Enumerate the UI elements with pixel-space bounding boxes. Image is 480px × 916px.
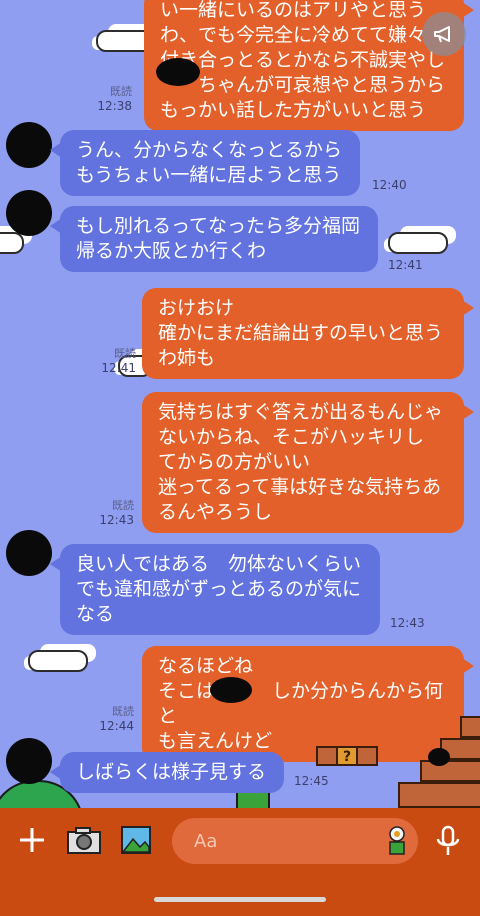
avatar[interactable] [6, 738, 52, 784]
chat-area[interactable]: い一緒にいるのはアリやと思う わ、でも今完全に冷めてて嫌々 付き合っとるとかなら… [0, 0, 480, 808]
timestamp: 12:43 [99, 513, 134, 527]
message-bubble-outgoing[interactable]: なるほどね そこは しか分からんから何と も言えんけど [142, 646, 474, 762]
sticker-button[interactable] [382, 824, 412, 858]
question-block: ? [336, 746, 358, 766]
home-indicator [154, 897, 326, 902]
image-button[interactable] [118, 822, 154, 858]
message-bubble-incoming[interactable]: しばらくは様子見する [50, 752, 284, 793]
redaction-mark [156, 58, 200, 86]
message-meta: 既読 12:44 [94, 704, 134, 734]
add-button[interactable] [14, 822, 50, 858]
cloud-decoration [388, 232, 448, 254]
message-bubble-incoming[interactable]: 良い人ではある 勿体ないくらい でも違和感がずっとあるのが気に なる [50, 544, 380, 635]
timestamp: 12:40 [372, 178, 407, 192]
read-receipt: 既読 [114, 347, 136, 360]
message-bubble-incoming[interactable]: もし別れるってなったら多分福岡 帰るか大阪とか行くわ [50, 206, 378, 272]
announcement-button[interactable] [422, 12, 466, 56]
image-icon [121, 826, 151, 854]
microphone-icon [436, 825, 460, 855]
read-receipt: 既読 [112, 705, 134, 718]
message-bubble-incoming[interactable]: うん、分からなくなっとるから もうちょい一緒に居ようと思う [50, 130, 360, 196]
microphone-button[interactable] [430, 822, 466, 860]
timestamp: 12:41 [101, 361, 136, 375]
message-meta: 既読 12:43 [94, 498, 134, 528]
sticker-icon [389, 826, 405, 855]
message-text-field[interactable] [192, 829, 376, 853]
read-receipt: 既読 [112, 499, 134, 512]
stair-block [460, 716, 480, 738]
timestamp: 12:41 [388, 258, 423, 272]
message-meta: 既読 12:38 [92, 84, 132, 114]
avatar[interactable] [6, 530, 52, 576]
timestamp: 12:45 [294, 774, 329, 788]
avatar[interactable] [6, 122, 52, 168]
timestamp: 12:43 [390, 616, 425, 630]
read-receipt: 既読 [110, 85, 132, 98]
message-meta: 既読 12:41 [96, 346, 136, 376]
cloud-decoration [28, 650, 88, 672]
megaphone-icon [434, 26, 450, 43]
brick-block [316, 746, 338, 766]
avatar[interactable] [6, 190, 52, 236]
cloud-decoration [0, 232, 24, 254]
message-bubble-outgoing[interactable]: おけおけ 確かにまだ結論出すの早いと思う わ姉も [142, 288, 474, 379]
stair-block [420, 760, 480, 782]
bullet-enemy-decoration [428, 748, 450, 766]
timestamp: 12:44 [99, 719, 134, 733]
brick-block [356, 746, 378, 766]
redaction-mark [210, 677, 252, 703]
message-bubble-outgoing[interactable]: 気持ちはすぐ答えが出るもんじゃ ないからね、そこがハッキリし てからの方がいい … [142, 392, 474, 533]
camera-button[interactable] [64, 822, 104, 858]
stair-block [398, 782, 480, 808]
plus-icon [20, 828, 44, 852]
camera-icon [67, 827, 101, 854]
timestamp: 12:38 [97, 99, 132, 113]
